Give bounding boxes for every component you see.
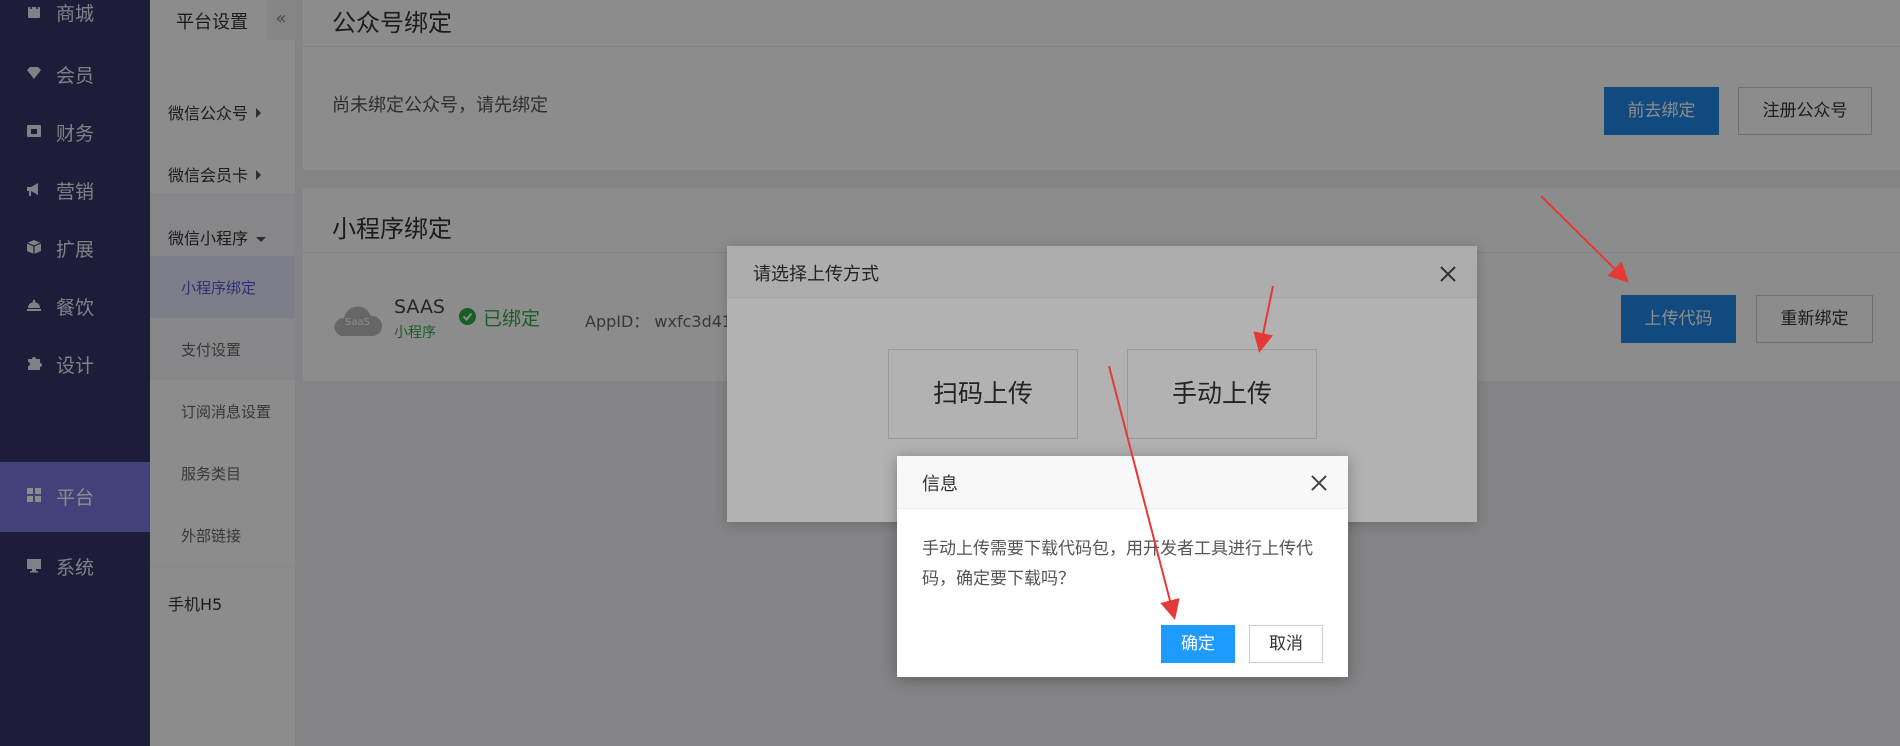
dialog-message: 手动上传需要下载代码包，用开发者工具进行上传代码，确定要下载吗？ — [922, 539, 1313, 589]
dialog-title: 信息 — [922, 474, 958, 495]
confirm-button[interactable]: 确定 — [1161, 625, 1235, 663]
cancel-button[interactable]: 取消 — [1249, 625, 1323, 663]
dialog-header: 信息 — [897, 456, 1348, 509]
info-dialog: 信息 手动上传需要下载代码包，用开发者工具进行上传代码，确定要下载吗？ 确定 取… — [897, 456, 1348, 677]
close-icon[interactable] — [1310, 474, 1328, 492]
